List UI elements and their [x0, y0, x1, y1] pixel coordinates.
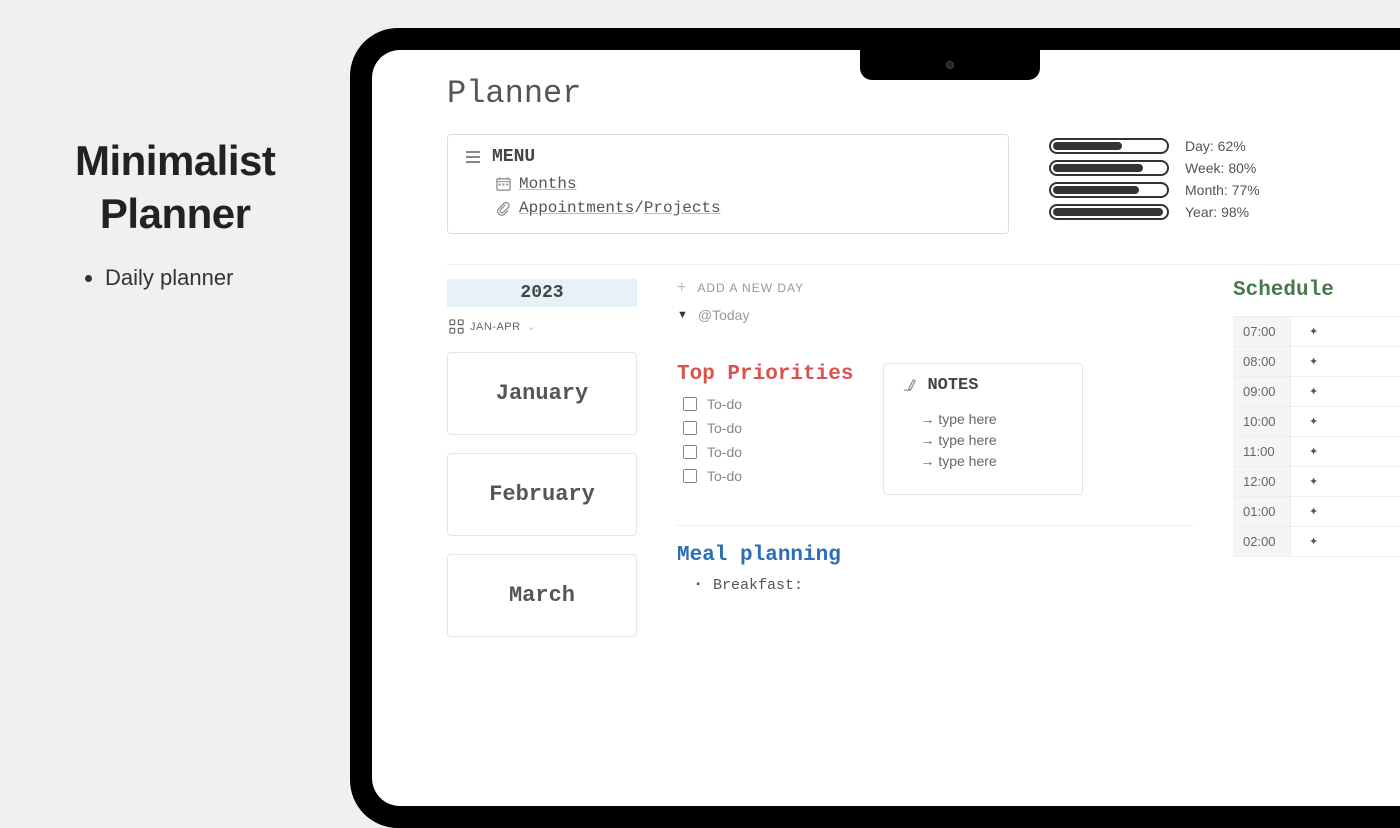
- meal-section: Meal planning Breakfast:: [677, 544, 1193, 594]
- stat-day: Day: 62%: [1049, 138, 1260, 154]
- stat-month-bar: [1053, 186, 1139, 194]
- stat-month: Month: 77%: [1049, 182, 1260, 198]
- todo-item[interactable]: To-do: [683, 396, 853, 412]
- hamburger-icon[interactable]: [466, 151, 480, 163]
- meal-title: Meal planning: [677, 544, 1193, 567]
- todo-item[interactable]: To-do: [683, 420, 853, 436]
- priorities-title: Top Priorities: [677, 363, 853, 386]
- page-title: Planner: [447, 75, 1400, 112]
- schedule-row[interactable]: 02:00✦: [1233, 527, 1400, 557]
- schedule-table: 07:00✦ 08:00✦ 09:00✦ 10:00✦ 11:00✦ 12:00…: [1233, 316, 1400, 557]
- checkbox-icon[interactable]: [683, 445, 697, 459]
- note-line[interactable]: → type here: [920, 411, 1064, 427]
- checkbox-icon[interactable]: [683, 397, 697, 411]
- menu-item-months[interactable]: Months: [496, 175, 990, 193]
- month-card-march[interactable]: March: [447, 554, 637, 637]
- range-selector[interactable]: JAN-APR ⌄: [447, 319, 637, 334]
- pencil-icon: [902, 378, 917, 393]
- schedule-row[interactable]: 01:00✦: [1233, 497, 1400, 527]
- stat-year-bar: [1053, 208, 1163, 216]
- divider: [677, 525, 1193, 526]
- todo-item[interactable]: To-do: [683, 468, 853, 484]
- add-day-button[interactable]: + ADD A NEW DAY: [677, 279, 1193, 297]
- note-line[interactable]: → type here: [920, 453, 1064, 469]
- promo-block: Minimalist Planner Daily planner: [75, 135, 275, 291]
- todo-item[interactable]: To-do: [683, 444, 853, 460]
- stat-week: Week: 80%: [1049, 160, 1260, 176]
- schedule-row[interactable]: 12:00✦: [1233, 467, 1400, 497]
- menu-card: MENU Months Appointments/Projects: [447, 134, 1009, 234]
- schedule-row[interactable]: 09:00✦: [1233, 377, 1400, 407]
- today-toggle[interactable]: ▼ @Today: [677, 307, 1193, 323]
- device-notch: [860, 50, 1040, 80]
- progress-stats: Day: 62% Week: 80% Month: 77% Year: 98%: [1049, 134, 1260, 220]
- divider: [447, 264, 1400, 265]
- paperclip-icon: [496, 201, 511, 216]
- stat-day-bar: [1053, 142, 1122, 150]
- notes-title: NOTES: [927, 376, 978, 395]
- schedule-row[interactable]: 07:00✦: [1233, 316, 1400, 347]
- schedule-row[interactable]: 11:00✦: [1233, 437, 1400, 467]
- schedule-title: Schedule: [1233, 279, 1400, 302]
- checkbox-icon[interactable]: [683, 421, 697, 435]
- schedule-row[interactable]: 10:00✦: [1233, 407, 1400, 437]
- meal-item-breakfast[interactable]: Breakfast:: [695, 577, 1193, 594]
- stat-week-bar: [1053, 164, 1143, 172]
- plus-icon: +: [677, 279, 687, 297]
- schedule-row[interactable]: 08:00✦: [1233, 347, 1400, 377]
- notes-card: NOTES → type here → type here → type her…: [883, 363, 1083, 495]
- stat-year: Year: 98%: [1049, 204, 1260, 220]
- triangle-down-icon: ▼: [677, 309, 688, 321]
- month-card-january[interactable]: January: [447, 352, 637, 435]
- note-line[interactable]: → type here: [920, 432, 1064, 448]
- promo-bullet: Daily planner: [105, 265, 275, 291]
- month-card-february[interactable]: February: [447, 453, 637, 536]
- camera-icon: [946, 61, 954, 69]
- year-chip[interactable]: 2023: [447, 279, 637, 307]
- menu-label: MENU: [492, 147, 535, 167]
- chevron-down-icon: ⌄: [527, 320, 537, 333]
- checkbox-icon[interactable]: [683, 469, 697, 483]
- grid-icon: [449, 319, 464, 334]
- priorities-section: Top Priorities To-do To-do To-do To-do: [677, 363, 853, 495]
- calendar-icon: [496, 177, 511, 192]
- screen: Planner MENU Months Appointm: [372, 50, 1400, 806]
- promo-title: Minimalist Planner: [75, 135, 275, 240]
- menu-item-appointments[interactable]: Appointments/Projects: [496, 199, 990, 217]
- device-frame: Planner MENU Months Appointm: [350, 28, 1400, 828]
